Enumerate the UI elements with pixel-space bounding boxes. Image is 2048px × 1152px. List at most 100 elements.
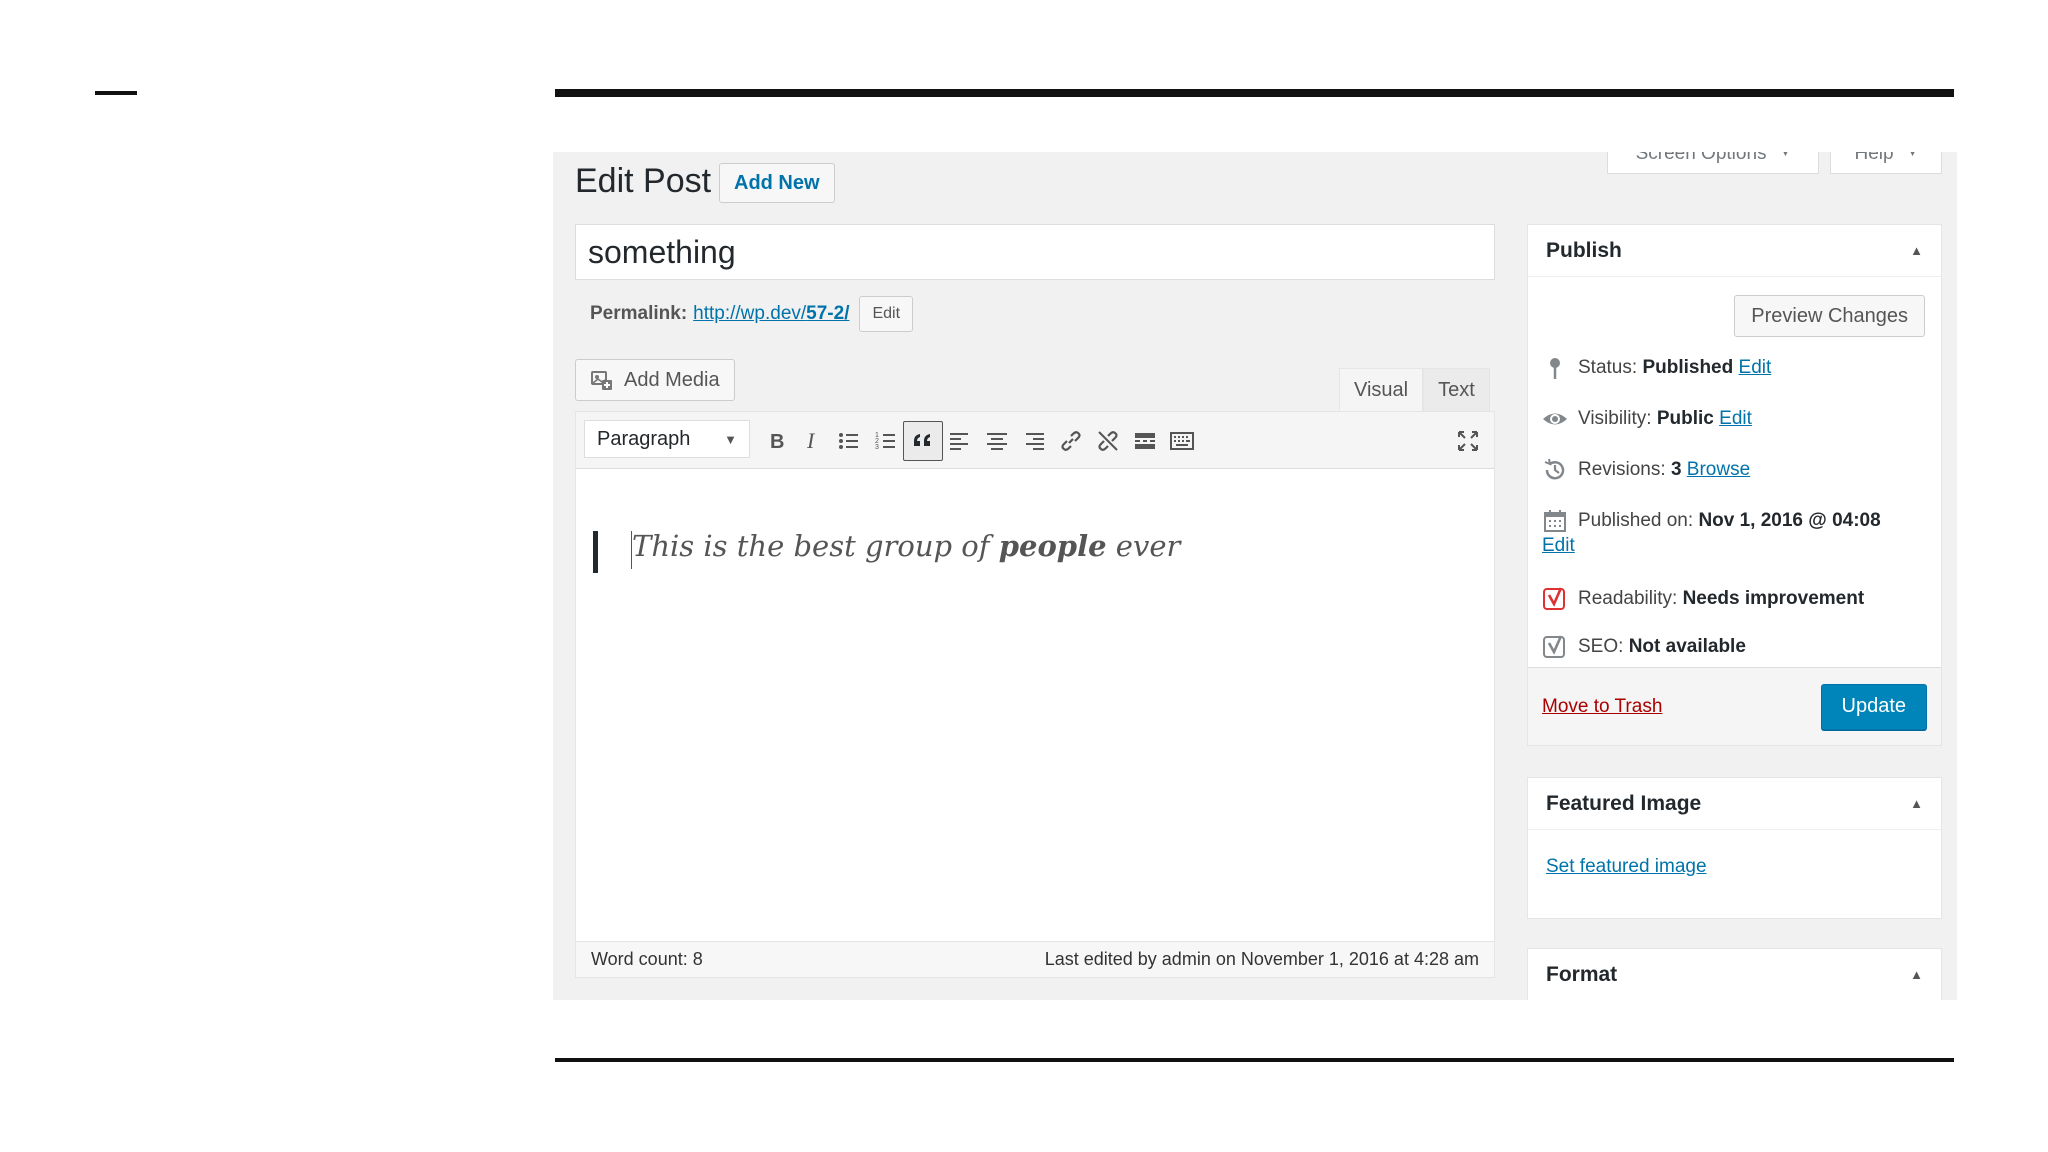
align-right-icon	[1026, 433, 1044, 450]
italic-icon: I	[806, 428, 816, 453]
editor-toolbar: Paragraph ▼ B I 1 2 3	[576, 412, 1494, 469]
format-box-header[interactable]: Format ▲	[1528, 949, 1941, 1000]
blockquote-text: This is the best group of people ever	[632, 529, 1180, 563]
slide-rule-bottom	[555, 1058, 1954, 1062]
insert-link-button[interactable]	[1051, 421, 1091, 461]
visibility-value: Public	[1656, 408, 1714, 429]
caret-down-icon: ▼	[1780, 152, 1791, 159]
revisions-label: Revisions:	[1578, 459, 1666, 480]
collapse-arrow-icon[interactable]: ▲	[1910, 243, 1923, 258]
eye-icon	[1543, 413, 1567, 425]
format-select-value: Paragraph	[597, 427, 691, 450]
svg-text:B: B	[770, 431, 784, 453]
align-left-icon	[950, 433, 968, 450]
history-icon	[1544, 458, 1565, 480]
bulleted-list-button[interactable]	[829, 421, 869, 461]
numbered-list-icon: 1 2 3	[875, 432, 895, 451]
publish-heading: Publish	[1546, 238, 1622, 262]
publish-actions: Move to Trash Update	[1528, 667, 1941, 745]
tab-text[interactable]: Text	[1423, 368, 1490, 412]
distraction-free-button[interactable]	[1448, 421, 1488, 461]
status-value: Published	[1642, 357, 1734, 378]
add-media-label: Add Media	[624, 368, 720, 391]
align-center-button[interactable]	[977, 421, 1017, 461]
screen-options-tab[interactable]: Screen Options ▼	[1607, 152, 1819, 174]
chevron-down-icon: ▼	[724, 431, 737, 447]
permalink-link[interactable]: http://wp.dev/57-2/	[693, 303, 849, 325]
add-new-button[interactable]: Add New	[719, 163, 835, 203]
quote-text-bold: people	[998, 529, 1107, 563]
format-box: Format ▲	[1527, 948, 1942, 1000]
yoast-seo-icon	[1543, 635, 1565, 658]
revisions-row: Revisions: 3 Browse	[1542, 457, 1750, 483]
bulleted-list-icon	[839, 433, 858, 449]
readability-row: Readability: Needs improvement	[1542, 586, 1864, 612]
published-on-edit-link[interactable]: Edit	[1542, 535, 1575, 557]
link-icon	[1061, 431, 1081, 451]
numbered-list-button[interactable]: 1 2 3	[866, 421, 906, 461]
visibility-label: Visibility:	[1578, 408, 1652, 429]
preview-changes-button[interactable]: Preview Changes	[1734, 295, 1925, 337]
pin-icon	[1550, 358, 1560, 379]
collapse-arrow-icon[interactable]: ▲	[1910, 796, 1923, 811]
visibility-row: Visibility: Public Edit	[1542, 406, 1752, 432]
permalink-url-slug: 57-2/	[806, 303, 850, 324]
add-media-button[interactable]: Add Media	[575, 359, 735, 401]
collapse-arrow-icon[interactable]: ▲	[1910, 967, 1923, 982]
tab-visual[interactable]: Visual	[1339, 368, 1424, 412]
blockquote-icon	[914, 434, 930, 446]
wp-edit-post-screen: Screen Options ▼ Help ▼ Edit Post Add Ne…	[553, 152, 1957, 1000]
screen-options-label: Screen Options	[1635, 152, 1767, 164]
featured-image-header[interactable]: Featured Image ▲	[1528, 778, 1941, 830]
visibility-edit-link[interactable]: Edit	[1719, 408, 1752, 429]
post-title-input[interactable]: something	[575, 224, 1495, 280]
yoast-readability-icon	[1543, 587, 1565, 610]
published-on-label: Published on:	[1578, 510, 1694, 531]
italic-button[interactable]: I	[792, 421, 832, 461]
align-left-button[interactable]	[940, 421, 980, 461]
featured-image-heading: Featured Image	[1546, 791, 1702, 815]
seo-label: SEO:	[1578, 636, 1624, 657]
word-count: Word count: 8	[591, 949, 703, 969]
blockquote-bar	[593, 531, 598, 573]
slide-dash	[95, 91, 137, 95]
revisions-browse-link[interactable]: Browse	[1687, 459, 1750, 480]
remove-link-button[interactable]	[1088, 421, 1128, 461]
revisions-value: 3	[1670, 459, 1682, 480]
status-label: Status:	[1578, 357, 1638, 378]
svg-text:I: I	[806, 428, 816, 453]
caret-down-icon: ▼	[1907, 152, 1918, 159]
help-label: Help	[1854, 152, 1894, 164]
keyboard-icon	[1170, 432, 1194, 450]
read-more-icon	[1135, 433, 1155, 449]
quote-text-start: This is the best group of	[632, 529, 999, 563]
unlink-icon	[1098, 431, 1118, 451]
permalink-url-base: http://wp.dev/	[693, 303, 807, 324]
seo-value: Not available	[1628, 636, 1746, 657]
bold-button[interactable]: B	[756, 421, 796, 461]
publish-box-header[interactable]: Publish ▲	[1528, 225, 1941, 277]
permalink-label: Permalink:	[590, 303, 688, 324]
readability-value: Needs improvement	[1682, 588, 1865, 609]
status-row: Status: Published Edit	[1542, 355, 1771, 381]
quote-text-end: ever	[1106, 529, 1181, 563]
permalink-row: Permalink: http://wp.dev/57-2/ Edit	[590, 296, 914, 332]
editor-content[interactable]: This is the best group of people ever	[576, 469, 1494, 924]
blockquote-button[interactable]	[903, 421, 943, 461]
permalink-edit-button[interactable]: Edit	[859, 296, 914, 332]
status-edit-link[interactable]: Edit	[1739, 357, 1772, 378]
set-featured-image-link[interactable]: Set featured image	[1546, 856, 1707, 878]
update-button[interactable]: Update	[1820, 683, 1927, 730]
align-right-button[interactable]	[1014, 421, 1054, 461]
fullscreen-icon	[1458, 431, 1478, 451]
add-media-icon	[591, 371, 612, 390]
move-to-trash-link[interactable]: Move to Trash	[1542, 696, 1662, 718]
last-edited: Last edited by admin on November 1, 2016…	[1044, 949, 1479, 969]
slide-rule-top	[555, 89, 1954, 97]
format-select[interactable]: Paragraph ▼	[584, 420, 750, 458]
help-tab[interactable]: Help ▼	[1830, 152, 1942, 174]
format-heading: Format	[1546, 962, 1618, 986]
toolbar-toggle-button[interactable]	[1162, 421, 1202, 461]
featured-image-box: Featured Image ▲ Set featured image	[1527, 777, 1942, 919]
read-more-button[interactable]	[1125, 421, 1165, 461]
